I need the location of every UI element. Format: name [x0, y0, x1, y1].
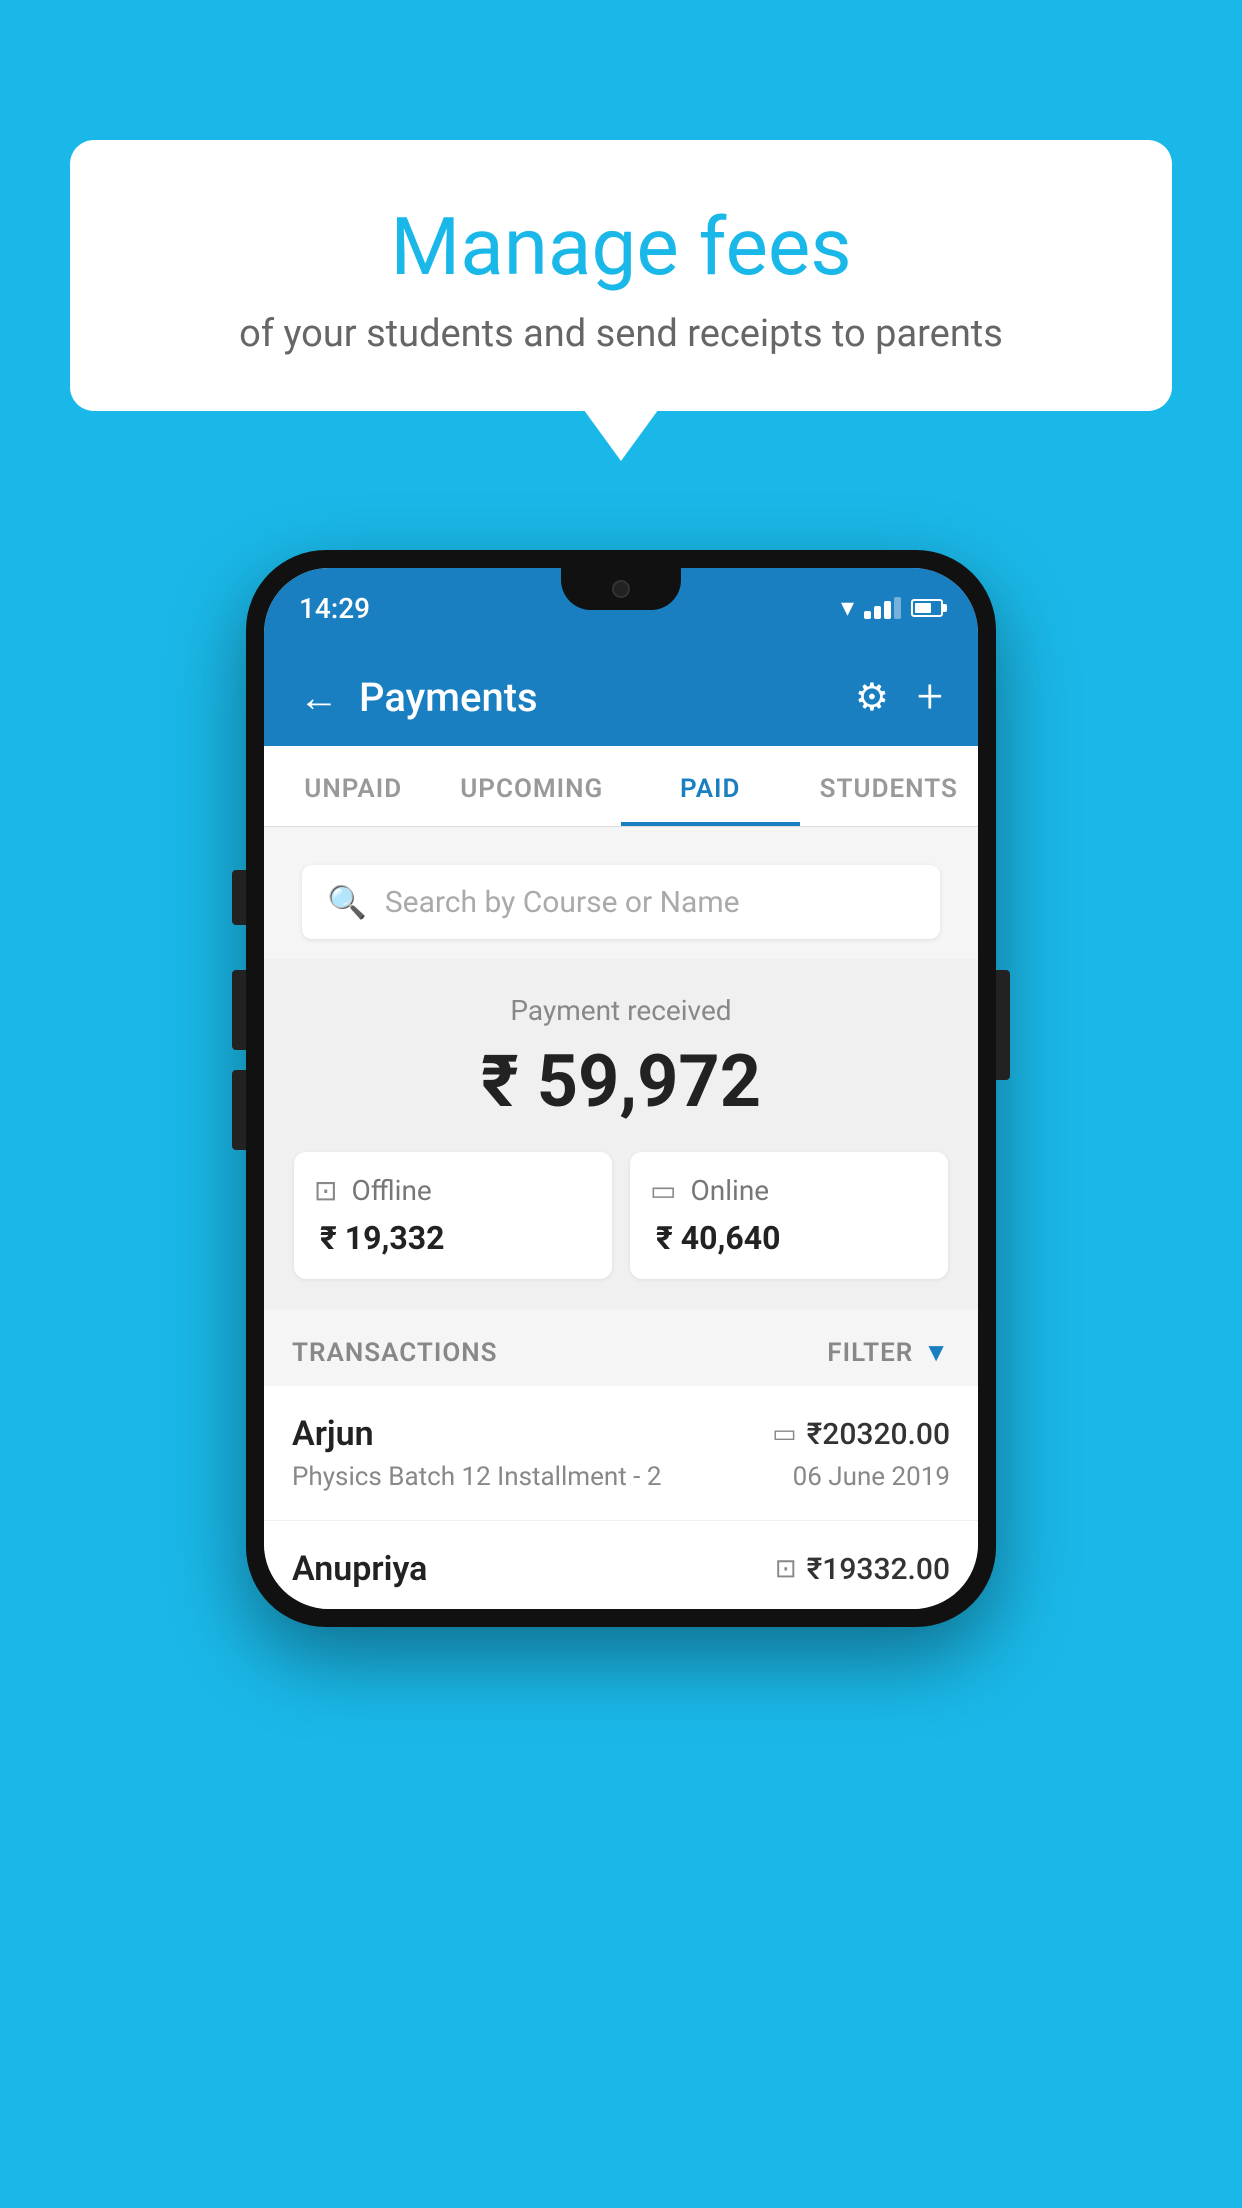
transactions-label: TRANSACTIONS [292, 1338, 498, 1368]
payment-total-amount: ₹ 59,972 [284, 1039, 958, 1124]
status-time: 14:29 [299, 592, 370, 625]
power-button [996, 970, 1010, 1080]
speech-bubble-container: Manage fees of your students and send re… [70, 140, 1172, 411]
volume-down-button [232, 1070, 246, 1150]
transaction-detail: Physics Batch 12 Installment - 2 [292, 1462, 661, 1492]
card-payment-icon: ▭ [772, 1419, 797, 1449]
transaction-row-top: Arjun ▭ ₹20320.00 [292, 1414, 950, 1454]
signal-icon [864, 597, 901, 619]
status-bar: 14:29 ▾ [264, 568, 978, 648]
offline-card-header: ⊡ Offline [314, 1174, 592, 1207]
transaction-amount: ₹19332.00 [807, 1552, 950, 1587]
online-label: Online [690, 1174, 769, 1207]
tab-paid[interactable]: PAID [621, 746, 800, 826]
battery-fill [915, 603, 931, 613]
payment-summary: Payment received ₹ 59,972 ⊡ Offline ₹ 19… [264, 959, 978, 1309]
payment-cards: ⊡ Offline ₹ 19,332 ▭ Online ₹ 40,640 [294, 1152, 948, 1279]
settings-button[interactable]: ⚙ [855, 675, 889, 720]
offline-card: ⊡ Offline ₹ 19,332 [294, 1152, 612, 1279]
filter-icon: ▼ [923, 1337, 950, 1368]
transactions-header: TRANSACTIONS FILTER ▼ [264, 1309, 978, 1386]
signal-bar-3 [884, 601, 891, 619]
transaction-partial-top: Anupriya ⊡ ₹19332.00 [292, 1549, 950, 1589]
online-amount: ₹ 40,640 [650, 1219, 928, 1257]
transaction-date: 06 June 2019 [793, 1462, 950, 1492]
bubble-title: Manage fees [120, 200, 1122, 294]
transaction-amount: ₹20320.00 [807, 1417, 950, 1452]
camera [612, 580, 630, 598]
transaction-amount-wrap: ⊡ ₹19332.00 [775, 1552, 950, 1587]
filter-label: FILTER [827, 1338, 913, 1368]
tab-upcoming[interactable]: UPCOMING [443, 746, 622, 826]
offline-icon: ⊡ [314, 1174, 337, 1207]
table-row[interactable]: Arjun ▭ ₹20320.00 Physics Batch 12 Insta… [264, 1386, 978, 1521]
online-card-header: ▭ Online [650, 1174, 928, 1207]
payment-received-label: Payment received [284, 994, 958, 1027]
online-icon: ▭ [650, 1174, 676, 1207]
transaction-row-bottom: Physics Batch 12 Installment - 2 06 June… [292, 1462, 950, 1492]
status-icons: ▾ [841, 593, 943, 623]
search-placeholder: Search by Course or Name [385, 885, 740, 920]
back-button[interactable]: ← [299, 674, 339, 721]
tabs-bar: UNPAID UPCOMING PAID STUDENTS [264, 746, 978, 827]
app-bar-right: ⚙ + [855, 670, 943, 724]
wifi-icon: ▾ [841, 593, 854, 623]
bubble-subtitle: of your students and send receipts to pa… [120, 312, 1122, 356]
cash-payment-icon: ⊡ [775, 1554, 797, 1584]
app-bar-title: Payments [359, 674, 538, 721]
offline-amount: ₹ 19,332 [314, 1219, 592, 1257]
phone-outer: 14:29 ▾ [246, 550, 996, 1627]
transaction-name: Anupriya [292, 1549, 427, 1589]
signal-bar-4 [894, 597, 901, 619]
notch [561, 568, 681, 610]
transaction-name: Arjun [292, 1414, 374, 1454]
battery-icon [911, 599, 943, 617]
signal-bar-2 [874, 606, 881, 619]
add-button[interactable]: + [917, 670, 943, 724]
app-bar: ← Payments ⚙ + [264, 648, 978, 746]
speech-bubble: Manage fees of your students and send re… [70, 140, 1172, 411]
phone-screen: 14:29 ▾ [264, 568, 978, 1609]
search-bar[interactable]: 🔍 Search by Course or Name [302, 865, 940, 939]
offline-label: Offline [351, 1174, 431, 1207]
transaction-amount-wrap: ▭ ₹20320.00 [772, 1417, 950, 1452]
tab-students[interactable]: STUDENTS [800, 746, 979, 826]
tab-unpaid[interactable]: UNPAID [264, 746, 443, 826]
app-bar-left: ← Payments [299, 674, 538, 721]
volume-up-button [232, 970, 246, 1050]
search-icon: 🔍 [327, 883, 367, 921]
filter-button[interactable]: FILTER ▼ [827, 1337, 950, 1368]
online-card: ▭ Online ₹ 40,640 [630, 1152, 948, 1279]
table-row[interactable]: Anupriya ⊡ ₹19332.00 [264, 1521, 978, 1609]
phone-device: 14:29 ▾ [246, 550, 996, 1627]
signal-bar-1 [864, 611, 871, 619]
